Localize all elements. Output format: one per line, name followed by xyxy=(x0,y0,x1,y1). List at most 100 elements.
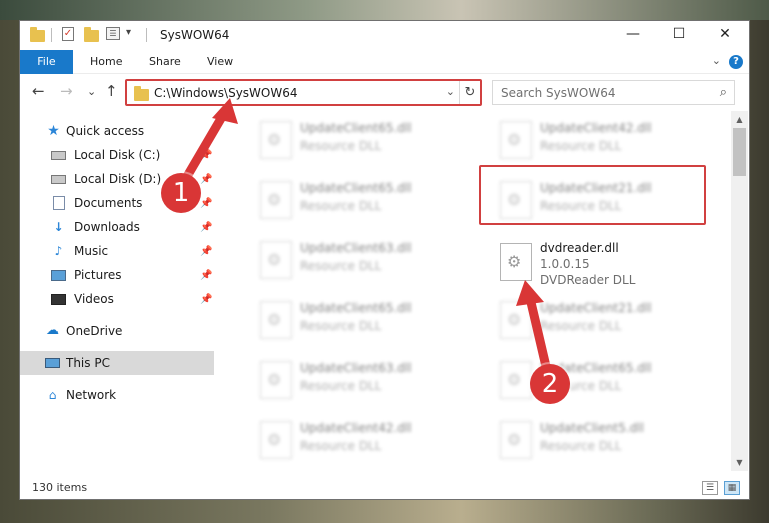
pin-icon[interactable]: 📌 xyxy=(200,192,212,216)
step-2-badge: 2 xyxy=(530,364,570,404)
sidebar-item-label: Local Disk (C:) xyxy=(74,148,161,162)
file-name: UpdateClient42.dll xyxy=(540,121,652,135)
pin-icon[interactable]: 📌 xyxy=(200,168,212,192)
file-type: Resource DLL xyxy=(300,139,382,153)
list-item[interactable]: UpdateClient21.dll Resource DLL xyxy=(500,299,720,343)
help-icon[interactable]: ? xyxy=(729,55,743,69)
file-type: Resource DLL xyxy=(300,439,382,453)
sidebar-item-label: This PC xyxy=(66,356,110,370)
list-item[interactable]: UpdateClient63.dll Resource DLL xyxy=(260,359,480,403)
vertical-scrollbar[interactable]: ▲ ▼ xyxy=(731,111,748,471)
sidebar-item-label: Network xyxy=(66,388,117,402)
documents-icon xyxy=(53,196,65,210)
properties-check-icon[interactable]: ✓ xyxy=(62,27,74,43)
sidebar-item-local-disk-c[interactable]: Local Disk (C:) 📌 xyxy=(20,143,214,167)
downloads-icon: ↓ xyxy=(53,220,64,234)
file-name: UpdateClient65.dll xyxy=(300,181,412,195)
list-item[interactable]: UpdateClient65.dll Resource DLL xyxy=(260,299,480,343)
file-name: UpdateClient63.dll xyxy=(300,241,412,255)
customize-toolbar-chevron-icon[interactable]: ▾ xyxy=(126,27,131,43)
dll-file-icon xyxy=(500,361,532,399)
item-count: 130 items xyxy=(32,481,88,494)
up-button[interactable]: ↑ xyxy=(105,83,118,99)
pin-icon[interactable]: 📌 xyxy=(200,240,212,264)
file-version: 1.0.0.15 xyxy=(540,257,590,271)
forward-button[interactable]: → xyxy=(60,83,73,99)
sidebar-item-downloads[interactable]: ↓ Downloads 📌 xyxy=(20,215,214,239)
view-options-icon[interactable]: ☰ xyxy=(106,27,120,43)
dll-file-icon xyxy=(260,241,292,279)
list-item[interactable]: UpdateClient65.dll Resource DLL xyxy=(260,179,480,223)
local-disk-icon xyxy=(51,175,66,184)
navigation-bar: ← → ⌄ ↑ C:\Windows\SysWOW64 ⌄ ↻ ⌕ xyxy=(20,75,749,109)
search-icon[interactable]: ⌕ xyxy=(720,85,727,100)
close-button[interactable]: ✕ xyxy=(702,21,748,49)
file-type: DVDReader DLL xyxy=(540,273,636,287)
dll-file-icon xyxy=(260,181,292,219)
pin-icon[interactable]: 📌 xyxy=(200,216,212,240)
scrollbar-thumb[interactable] xyxy=(733,128,746,176)
folder-icon xyxy=(30,27,45,43)
file-type: Resource DLL xyxy=(300,379,382,393)
file-name: UpdateClient65.dll xyxy=(300,121,412,135)
star-icon: ★ xyxy=(47,123,60,139)
sidebar-item-onedrive[interactable]: ☁ OneDrive xyxy=(20,319,214,343)
recent-locations-button[interactable]: ⌄ xyxy=(87,84,96,100)
list-item[interactable]: UpdateClient42.dll Resource DLL xyxy=(260,419,480,463)
tab-share[interactable]: Share xyxy=(137,50,193,74)
dll-file-icon xyxy=(500,121,532,159)
minimize-button[interactable]: — xyxy=(610,21,656,49)
sidebar-item-pictures[interactable]: Pictures 📌 xyxy=(20,263,214,287)
sidebar-item-network[interactable]: ⌂ Network xyxy=(20,383,214,407)
sidebar-item-music[interactable]: ♪ Music 📌 xyxy=(20,239,214,263)
new-folder-icon[interactable] xyxy=(84,27,99,43)
sidebar-item-videos[interactable]: Videos 📌 xyxy=(20,287,214,311)
pin-icon[interactable]: 📌 xyxy=(200,288,212,312)
file-name: UpdateClient65.dll xyxy=(300,301,412,315)
scroll-up-arrow-icon[interactable]: ▲ xyxy=(731,111,748,128)
file-name: UpdateClient63.dll xyxy=(300,361,412,375)
dll-file-icon xyxy=(260,121,292,159)
file-highlight-box xyxy=(479,165,706,225)
file-type: Resource DLL xyxy=(540,439,622,453)
list-item[interactable]: UpdateClient5.dll Resource DLL xyxy=(500,419,720,463)
file-name: UpdateClient42.dll xyxy=(300,421,412,435)
tab-home[interactable]: Home xyxy=(78,50,134,74)
sidebar-item-label: Documents xyxy=(74,196,143,210)
videos-icon xyxy=(51,294,66,305)
file-name: dvdreader.dll xyxy=(540,241,619,255)
pin-icon[interactable]: 📌 xyxy=(200,144,212,168)
tab-file[interactable]: File xyxy=(20,50,73,74)
local-disk-icon xyxy=(51,151,66,160)
divider xyxy=(51,28,52,42)
dll-file-icon xyxy=(260,301,292,339)
list-item[interactable]: UpdateClient63.dll Resource DLL xyxy=(260,239,480,283)
sidebar-item-quick-access[interactable]: ★ Quick access xyxy=(20,119,214,143)
file-type: Resource DLL xyxy=(300,259,382,273)
sidebar-item-label: Music xyxy=(74,244,109,258)
sidebar-item-label: Pictures xyxy=(74,268,122,282)
list-item[interactable]: UpdateClient65.dll Resource DLL xyxy=(260,119,480,163)
search-input[interactable] xyxy=(493,81,708,104)
sidebar-item-label: Local Disk (D:) xyxy=(74,172,162,186)
large-icons-view-icon[interactable]: ▦ xyxy=(724,481,740,495)
list-item[interactable]: UpdateClient42.dll Resource DLL xyxy=(500,119,720,163)
file-type: Resource DLL xyxy=(540,139,622,153)
title-bar: ✓ ☰ ▾ SysWOW64 — ☐ ✕ xyxy=(20,21,749,49)
pin-icon[interactable]: 📌 xyxy=(200,264,212,288)
cloud-icon: ☁ xyxy=(46,323,59,338)
back-button[interactable]: ← xyxy=(32,83,45,99)
file-type: Resource DLL xyxy=(300,319,382,333)
dvdreader-dll-item[interactable]: dvdreader.dll 1.0.0.15 DVDReader DLL xyxy=(500,239,720,295)
tab-view[interactable]: View xyxy=(195,50,245,74)
sidebar-item-this-pc[interactable]: This PC xyxy=(20,351,214,375)
expand-ribbon-icon[interactable]: ⌄ xyxy=(712,54,721,67)
details-view-icon[interactable]: ☰ xyxy=(702,481,718,495)
maximize-button[interactable]: ☐ xyxy=(656,21,702,49)
sidebar-item-label: Videos xyxy=(74,292,114,306)
ribbon-tabs: File Home Share View ⌄ ? xyxy=(20,50,749,74)
search-box[interactable]: ⌕ xyxy=(492,80,735,105)
status-bar: 130 items ☰ ▦ xyxy=(20,477,749,499)
sidebar-item-label: Downloads xyxy=(74,220,140,234)
scroll-down-arrow-icon[interactable]: ▼ xyxy=(731,454,748,471)
